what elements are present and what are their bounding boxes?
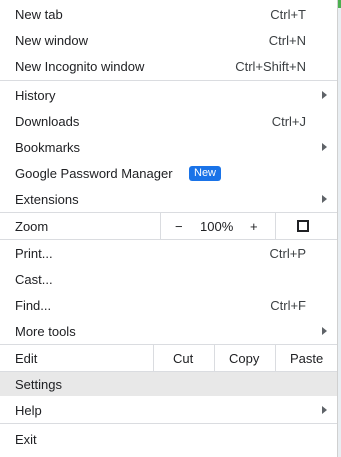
menu-item-label: Downloads [15, 113, 80, 129]
menu-item-label: Settings [15, 376, 62, 392]
menu-item-shortcut: Ctrl+J [271, 113, 306, 129]
menu-item-label: More tools [15, 323, 76, 339]
menu-item-exit[interactable]: Exit [0, 425, 337, 453]
zoom-label: Zoom [15, 218, 49, 234]
menu-separator [0, 423, 337, 424]
menu-item-history[interactable]: History [0, 82, 337, 108]
menu-item-shortcut: Ctrl+N [268, 32, 306, 48]
new-badge: New [189, 165, 222, 181]
edit-divider [214, 345, 215, 371]
menu-item-shortcut: Ctrl+T [270, 6, 306, 22]
zoom-divider [275, 213, 276, 239]
menu-item-new-window[interactable]: New window Ctrl+N [0, 27, 337, 53]
chevron-right-icon [322, 406, 327, 414]
menu-item-label: New tab [15, 6, 63, 22]
menu-row-zoom: Zoom − 100% + [0, 213, 337, 239]
menu-item-label: Google Password Manager [15, 165, 173, 181]
menu-item-label: Cast... [15, 271, 53, 287]
zoom-out-button[interactable]: − [175, 219, 183, 234]
edit-divider [153, 345, 154, 371]
menu-item-label: Bookmarks [15, 139, 81, 155]
menu-item-label: Find... [15, 297, 52, 313]
menu-separator [0, 80, 337, 81]
cut-button[interactable]: Cut [173, 351, 193, 366]
copy-button[interactable]: Copy [229, 351, 259, 366]
menu-item-shortcut: Ctrl+F [270, 297, 306, 313]
menu-item-new-incognito-window[interactable]: New Incognito window Ctrl+Shift+N [0, 53, 337, 79]
edit-label: Edit [15, 350, 38, 366]
menu-item-label: New Incognito window [15, 58, 145, 74]
menu-item-label: New window [15, 32, 88, 48]
paste-button[interactable]: Paste [290, 351, 323, 366]
edit-divider [275, 345, 276, 371]
zoom-in-button[interactable]: + [250, 219, 258, 234]
chevron-right-icon [322, 91, 327, 99]
menu-item-extensions[interactable]: Extensions [0, 186, 337, 212]
menu-item-label: Exit [15, 431, 37, 447]
menu-item-shortcut: Ctrl+P [269, 245, 306, 261]
menu-item-cast[interactable]: Cast... [0, 266, 337, 292]
menu-item-downloads[interactable]: Downloads Ctrl+J [0, 108, 337, 134]
fullscreen-icon[interactable] [297, 220, 309, 232]
menu-item-help[interactable]: Help [0, 397, 337, 423]
menu-item-label: History [15, 87, 56, 103]
menu-item-new-tab[interactable]: New tab Ctrl+T [0, 1, 337, 27]
menu-item-print[interactable]: Print... Ctrl+P [0, 240, 337, 266]
menu-item-label: Print... [15, 245, 53, 261]
browser-menu: New tab Ctrl+T New window Ctrl+N New Inc… [0, 0, 338, 457]
chevron-right-icon [322, 327, 327, 335]
menu-item-label: Extensions [15, 191, 79, 207]
menu-item-bookmarks[interactable]: Bookmarks [0, 134, 337, 160]
menu-row-edit: Edit Cut Copy Paste [0, 345, 337, 371]
menu-item-password-manager[interactable]: Google Password Manager New [0, 160, 337, 186]
menu-item-find[interactable]: Find... Ctrl+F [0, 292, 337, 318]
zoom-level: 100% [200, 218, 234, 234]
chevron-right-icon [322, 143, 327, 151]
chevron-right-icon [322, 195, 327, 203]
menu-item-more-tools[interactable]: More tools [0, 318, 337, 344]
menu-item-settings[interactable]: Settings [0, 372, 337, 396]
zoom-divider [160, 213, 161, 239]
menu-item-label: Help [15, 402, 42, 418]
menu-item-shortcut: Ctrl+Shift+N [235, 58, 306, 74]
